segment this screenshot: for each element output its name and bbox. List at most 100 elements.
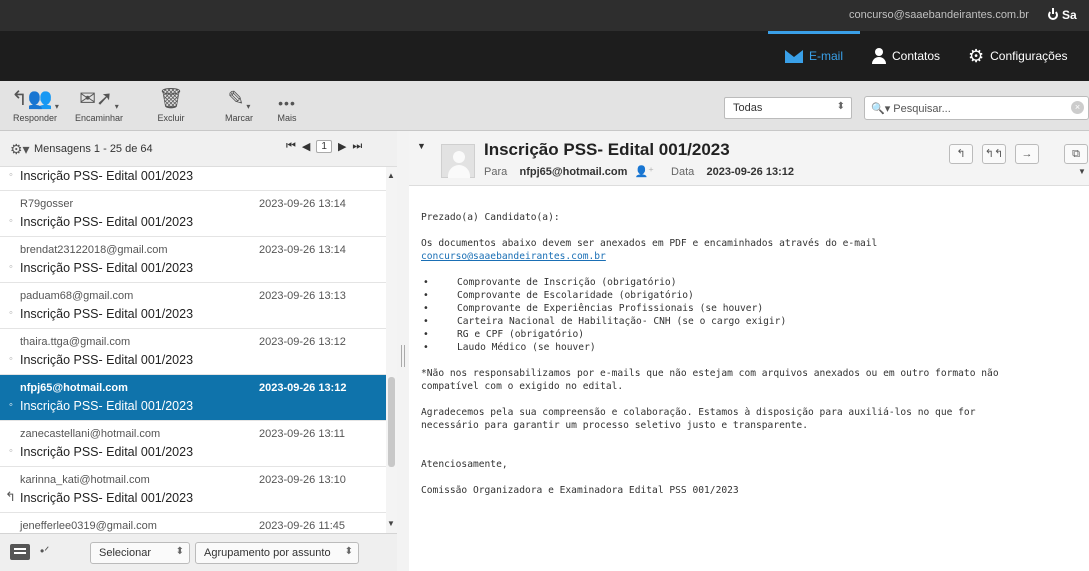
thanks-paragraph: Agradecemos pela sua compreensão e colab… (421, 406, 1081, 432)
threads-icon[interactable]: •ᐟ (40, 544, 49, 558)
chevron-down-icon[interactable]: ▾ (246, 102, 250, 111)
reply-icon[interactable]: ↰ (949, 144, 973, 164)
message-row[interactable]: paduam68@gmail.com 2023-09-26 13:13 ◦ In… (0, 283, 386, 329)
document-list: Comprovante de Inscrição (obrigatório) C… (421, 276, 1081, 354)
select-menu[interactable]: Selecionar ⬍ (90, 542, 190, 564)
message-sender: paduam68@gmail.com (20, 290, 134, 302)
nav-contacts[interactable]: Contatos (860, 31, 960, 81)
message-date: 2023-09-26 13:11 (259, 428, 346, 440)
filter-select[interactable]: Todas ⬍ (724, 97, 852, 119)
search-input[interactable]: 🔍▾ Pesquisar... × (864, 96, 1089, 120)
prev-page-icon[interactable]: ◀ (302, 140, 310, 153)
message-row[interactable]: R79gosser 2023-09-26 13:14 ◦ Inscrição P… (0, 191, 386, 237)
last-page-icon[interactable]: ⏭ (352, 140, 362, 153)
next-page-icon[interactable]: ▶ (338, 140, 346, 153)
clear-search-icon[interactable]: × (1071, 101, 1084, 114)
reading-pane: ▼ Inscrição PSS- Edital 001/2023 Para nf… (409, 131, 1089, 571)
pencil-icon: ✎ (227, 88, 245, 110)
thanks-line-2: necessário para garantir um processo sel… (421, 420, 808, 431)
unread-dot-icon: ◦ (9, 215, 13, 227)
greeting: Prezado(a) Candidato(a): (421, 212, 560, 223)
disclaimer: *Não nos responsabilizamos por e-mails q… (421, 367, 1081, 393)
reply-all-icon[interactable]: ↰↰ (982, 144, 1006, 164)
list-view-icon[interactable] (10, 544, 30, 560)
message-date: 2023-09-26 13:13 (259, 290, 346, 302)
recipient-address[interactable]: nfpj65@hotmail.com (519, 166, 627, 178)
logout-label: Sa (1062, 8, 1077, 22)
message-row-selected[interactable]: nfpj65@hotmail.com 2023-09-26 13:12 ◦ In… (0, 375, 386, 421)
list-item: Comprovante de Experiências Profissionai… (421, 302, 1081, 315)
chevron-down-icon[interactable]: ▾ (115, 102, 119, 111)
message-date: 2023-09-26 13:12 (259, 382, 347, 394)
message-count: Mensagens 1 - 25 de 64 (34, 143, 153, 155)
date-label: Data (671, 166, 695, 178)
message-meta: Para nfpj65@hotmail.com 👤⁺ Data 2023-09-… (484, 165, 794, 178)
message-subject: Inscrição PSS- Edital 001/2023 (20, 491, 194, 505)
message-sender: zanecastellani@hotmail.com (20, 428, 161, 440)
message-date: 2023-09-26 13:14 (259, 198, 346, 210)
unread-dot-icon: ◦ (9, 307, 13, 319)
message-subject: Inscrição PSS- Edital 001/2023 (20, 215, 194, 229)
mark-button[interactable]: ✎ ▾ Marcar (212, 81, 266, 129)
unread-dot-icon: ◦ (9, 353, 13, 365)
select-arrows-icon: ⬍ (836, 101, 845, 112)
mark-label: Marcar (224, 113, 253, 123)
message-list: ◦ Inscrição PSS- Edital 001/2023 R79goss… (0, 167, 386, 533)
delete-button[interactable]: 🗑 Excluir (138, 81, 204, 129)
message-date: 2023-09-26 11:45 (259, 520, 346, 532)
message-row[interactable]: jenefferlee0319@gmail.com 2023-09-26 11:… (0, 513, 386, 533)
gear-icon: ⚙ (968, 46, 985, 66)
grouping-menu[interactable]: Agrupamento por assunto ⬍ (195, 542, 359, 564)
forward-arrow-icon[interactable]: → (1015, 144, 1039, 164)
pane-splitter[interactable] (397, 131, 409, 571)
add-contact-icon[interactable]: 👤⁺ (634, 166, 654, 178)
user-email: concurso@saaebandeirantes.com.br (849, 9, 1029, 21)
message-row[interactable]: thaira.ttga@gmail.com 2023-09-26 13:12 ◦… (0, 329, 386, 375)
nav-email[interactable]: E-mail (768, 31, 860, 81)
open-window-icon[interactable]: ⧉ (1064, 144, 1088, 164)
disclaimer-line-2: compatível com o exigido no edital. (421, 381, 624, 392)
scrollbar-thumb[interactable] (388, 377, 395, 467)
list-options-icon[interactable]: ⚙▾ (10, 141, 30, 158)
unread-dot-icon: ◦ (9, 261, 13, 273)
chevron-down-icon[interactable]: ▼ (1078, 167, 1086, 176)
list-item: Laudo Médico (se houver) (421, 341, 1081, 354)
power-icon (1048, 8, 1058, 20)
signature: Comissão Organizadora e Examinadora Edit… (421, 485, 739, 496)
forward-label: Encaminhar (74, 113, 124, 123)
email-link[interactable]: concurso@saaebandeirantes.com.br (421, 251, 606, 262)
top-bar: concurso@saaebandeirantes.com.br Sa (0, 0, 1089, 31)
search-placeholder: Pesquisar... (893, 103, 951, 115)
more-button[interactable]: ••• Mais (262, 81, 312, 129)
message-sender: nfpj65@hotmail.com (20, 382, 128, 394)
scroll-up-icon[interactable]: ▲ (387, 171, 395, 180)
select-label: Selecionar (99, 547, 151, 559)
nav-settings[interactable]: ⚙ Configurações (960, 31, 1089, 81)
message-row[interactable]: brendat23122018@gmail.com 2023-09-26 13:… (0, 237, 386, 283)
list-footer: •ᐟ Selecionar ⬍ Agrupamento por assunto … (0, 533, 397, 571)
splitter-grip-icon[interactable] (401, 345, 405, 367)
forward-icon: ✉➚ (79, 88, 113, 110)
filter-value: Todas (733, 102, 763, 114)
chevron-down-icon[interactable]: ▾ (55, 102, 59, 111)
message-title: Inscrição PSS- Edital 001/2023 (484, 140, 730, 159)
message-row[interactable]: ◦ Inscrição PSS- Edital 001/2023 (0, 167, 386, 191)
person-icon (872, 48, 886, 64)
message-row[interactable]: karinna_kati@hotmail.com 2023-09-26 13:1… (0, 467, 386, 513)
logout-button[interactable]: Sa (1048, 8, 1077, 22)
message-sender: karinna_kati@hotmail.com (20, 474, 150, 486)
message-date: 2023-09-26 13:12 (706, 166, 794, 178)
collapse-header-icon[interactable]: ▼ (417, 141, 426, 151)
message-subject: Inscrição PSS- Edital 001/2023 (20, 445, 194, 459)
message-row[interactable]: zanecastellani@hotmail.com 2023-09-26 13… (0, 421, 386, 467)
reply-button[interactable]: ↰👥 ▾ Responder (0, 81, 70, 129)
message-list-scrollbar[interactable]: ▲ ▼ (386, 167, 397, 533)
more-dots-icon: ••• (278, 95, 296, 111)
first-page-icon[interactable]: ⏮ (286, 140, 296, 153)
replied-icon: ↰ (5, 489, 16, 504)
avatar (441, 144, 475, 178)
page-number[interactable]: 1 (316, 140, 332, 153)
nav-contacts-label: Contatos (892, 49, 941, 63)
forward-button[interactable]: ✉➚ ▾ Encaminhar (62, 81, 136, 129)
scroll-down-icon[interactable]: ▼ (387, 519, 395, 528)
